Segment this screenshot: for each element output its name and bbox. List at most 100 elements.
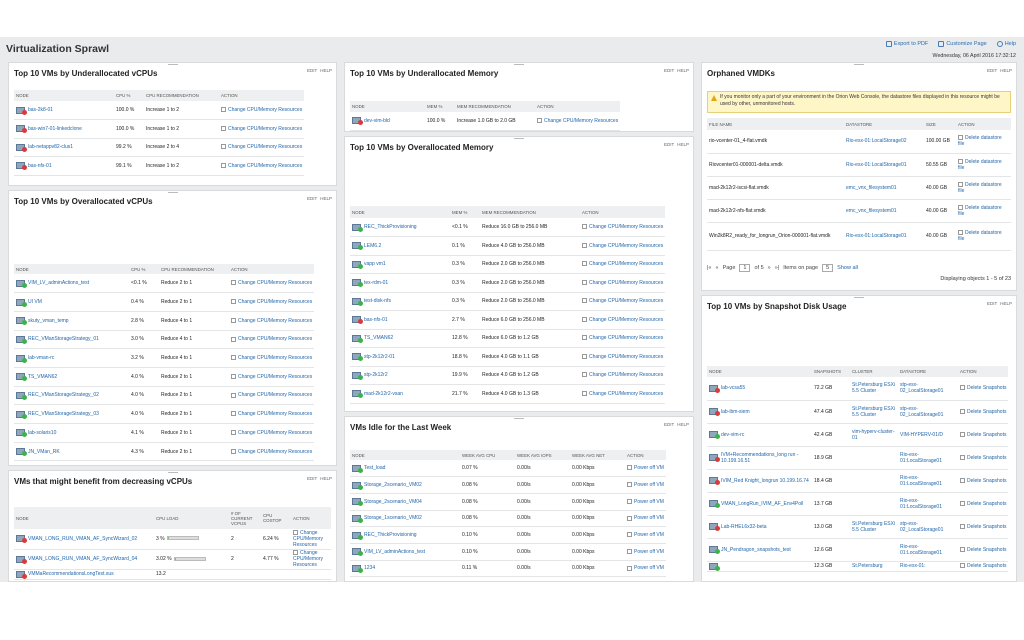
datastore-link[interactable]: Rio-esx-01:LocalStorage01 [900,544,956,556]
next-page-button[interactable]: » [768,265,771,271]
change-resources-link[interactable]: Change CPU/Memory Resources [231,336,312,342]
help-link[interactable]: Help [996,41,1016,47]
delete-snapshots-link[interactable]: Delete Snapshots [960,478,1006,484]
delete-file-link[interactable]: Delete datastore file [958,135,1009,147]
help-link[interactable]: HELP [320,68,332,73]
cluster-link[interactable]: St.Petersburg ESXi 5.5 Cluster [852,382,896,394]
vm-node-link[interactable]: bas-nfs-01 [352,316,448,325]
vm-node-link[interactable]: REC_VManStorageStrategy_03 [16,410,127,419]
datastore-link[interactable]: stp-esx-02_LocalStorage01 [900,382,956,394]
vm-node-link[interactable]: Storage_2scenario_VM02 [352,481,458,490]
vm-node-link[interactable]: REC_VManStorageStrategy_01 [16,335,127,344]
change-resources-link[interactable]: Change CPU/Memory Resources [582,243,663,249]
datastore-link[interactable]: Rio-esx-01: [900,563,956,569]
change-resources-link[interactable]: Change CPU/Memory Resources [582,224,663,230]
change-resources-link[interactable]: Change CPU/Memory Resources [231,280,312,286]
vm-node-link[interactable]: VMAN_LONG_RUN_VMAN_AF_SyncWizard_04 [16,555,152,564]
vm-node-link[interactable]: VIM_LV_adminActions_test [16,279,127,288]
vm-node-link[interactable]: Test_load [352,464,458,473]
delete-file-link[interactable]: Delete datastore file [958,159,1009,171]
datastore-link[interactable]: emc_vnx_filesystem01 [846,185,922,191]
datastore-link[interactable]: Rio-esx-01:LocalStorage01 [900,452,956,464]
vm-node-link[interactable]: JN_VMan_RK [16,448,127,457]
delete-file-link[interactable]: Delete datastore file [958,205,1009,217]
vm-node-link[interactable] [709,562,810,571]
change-resources-link[interactable]: Change CPU/Memory Resources [582,391,663,397]
delete-snapshots-link[interactable]: Delete Snapshots [960,501,1006,507]
change-resources-link[interactable]: Change CPU/Memory Resources [231,355,312,361]
first-page-button[interactable]: |« [707,265,712,271]
change-resources-link[interactable]: Change CPU/Memory Resources [582,261,663,267]
change-resources-link[interactable]: Change CPU/Memory Resources [582,317,663,323]
vm-node-link[interactable]: TS_VMAN62 [16,373,127,382]
datastore-link[interactable]: Rio-esx-01:LocalStorage02 [846,138,922,144]
vm-node-link[interactable]: lab-vman-rc [16,354,127,363]
vm-node-link[interactable]: dev-vim-bld [352,117,423,126]
change-resources-link[interactable]: Change CPU/Memory Resources [221,126,302,132]
prev-page-button[interactable]: « [716,265,719,271]
vm-node-link[interactable]: VMAN_LONG_RUN_VMAN_AF_SyncWizard_02 [16,535,152,544]
vm-node-link[interactable]: IVIM_Red Knight_longrun 10.199.16.74 [709,477,810,485]
edit-link[interactable]: EDIT [307,68,317,73]
change-resources-link[interactable]: Change CPU/Memory Resources [231,374,312,380]
vm-node-link[interactable]: bas-2k8-01 [16,106,112,115]
edit-link[interactable]: EDIT [664,142,674,147]
vm-node-link[interactable]: Lab-RHEL6x32-beta [709,523,810,531]
change-resources-link[interactable]: Change CPU/Memory Resources [582,298,663,304]
change-resources-link[interactable]: Change CPU/Memory Resources [231,449,312,455]
panel-drag-handle[interactable] [514,63,524,65]
change-resources-link[interactable]: Change CPU/Memory Resources [293,550,329,568]
panel-drag-handle[interactable] [514,417,524,419]
customize-page-link[interactable]: Customize Page [938,41,987,47]
vm-node-link[interactable]: skuty_vman_temp [16,317,127,326]
vm-node-link[interactable]: bas-nfs-01 [16,162,112,171]
vm-node-link[interactable]: TS_VMAN62 [352,334,448,343]
vm-node-link[interactable]: dev-vim-rc [709,431,810,439]
help-link[interactable]: HELP [677,142,689,147]
page-input[interactable]: 1 [739,264,751,272]
help-link[interactable]: HELP [320,476,332,481]
delete-snapshots-link[interactable]: Delete Snapshots [960,385,1006,391]
delete-file-link[interactable]: Delete datastore file [958,182,1009,194]
vm-node-link[interactable]: LEM6.2 [352,242,448,251]
vm-node-link[interactable]: stp-2k12r2-01 [352,353,448,362]
vm-node-link[interactable]: lab-netappv82-clus1 [16,143,112,152]
panel-drag-handle[interactable] [167,471,178,473]
change-resources-link[interactable]: Change CPU/Memory Resources [221,144,302,150]
export-pdf-link[interactable]: Export to PDF [885,41,928,47]
change-resources-link[interactable]: Change CPU/Memory Resources [231,430,312,436]
vm-node-link[interactable]: VMMaRecommendationsLongTest.sus [16,570,152,579]
delete-snapshots-link[interactable]: Delete Snapshots [960,524,1006,530]
edit-link[interactable]: EDIT [307,196,317,201]
delete-snapshots-link[interactable]: Delete Snapshots [960,455,1006,461]
help-link[interactable]: HELP [320,196,332,201]
edit-link[interactable]: EDIT [664,422,674,427]
vm-node-link[interactable]: lab-solaris10 [16,429,127,438]
delete-snapshots-link[interactable]: Delete Snapshots [960,547,1006,553]
power-off-link[interactable]: Power off VM [627,532,664,538]
vm-node-link[interactable]: IVM+Recommendations_long run - 10.199.16… [709,452,810,464]
vm-node-link[interactable]: vapp vm1 [352,260,448,269]
vm-node-link[interactable]: REC_VManStorageStrategy_02 [16,391,127,400]
change-resources-link[interactable]: Change CPU/Memory Resources [582,335,663,341]
change-resources-link[interactable]: Change CPU/Memory Resources [231,392,312,398]
delete-snapshots-link[interactable]: Delete Snapshots [960,409,1006,415]
vm-node-link[interactable]: UI VM [16,298,127,307]
datastore-link[interactable]: Rio-esx-01:LocalStorage01 [900,498,956,510]
vm-node-link[interactable]: test-disk-nfs [352,297,448,306]
vm-node-link[interactable]: REC_ThickProvisioning [352,223,448,232]
power-off-link[interactable]: Power off VM [627,465,664,471]
cluster-link[interactable]: St.Petersburg ESXi 5.5 Cluster [852,406,896,418]
vm-node-link[interactable]: REC_ThickProvisioning [352,531,458,540]
cluster-link[interactable]: St.Petersburg ESXi 5.5 Cluster [852,521,896,533]
vm-node-link[interactable]: Storage_1scenario_VM02 [352,514,458,523]
panel-drag-handle[interactable] [854,296,864,298]
panel-drag-handle[interactable] [854,63,864,65]
vm-node-link[interactable]: 1234 [352,564,458,573]
show-all-link[interactable]: Show all [837,265,858,271]
vm-node-link[interactable]: VIM_LV_adminActions_test [352,548,458,557]
change-resources-link[interactable]: Change CPU/Memory Resources [582,354,663,360]
change-resources-link[interactable]: Change CPU/Memory Resources [582,280,663,286]
delete-snapshots-link[interactable]: Delete Snapshots [960,563,1006,569]
change-resources-link[interactable]: Change CPU/Memory Resources [231,318,312,324]
